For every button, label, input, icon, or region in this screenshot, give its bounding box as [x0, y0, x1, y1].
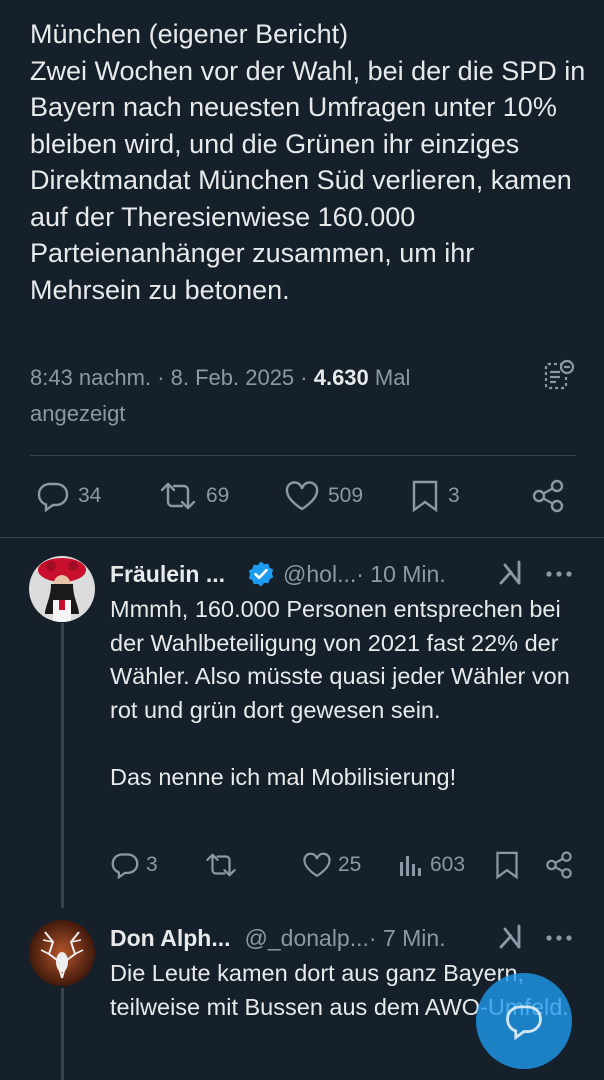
reply-text: Mmmh, 160.000 Personen entsprechen bei d… [110, 596, 570, 790]
tweet-meta: 8:43 nachm. · 8. Feb. 2025 · 4.630 Mal a… [30, 360, 510, 432]
share-icon [546, 851, 572, 879]
share-button[interactable] [544, 847, 574, 883]
reply-icon [37, 482, 69, 512]
thread-line [61, 988, 64, 1080]
bookmark-button[interactable]: 3 [410, 476, 460, 516]
reply-author-handle[interactable]: @hol... [283, 561, 356, 588]
thread-line [61, 623, 64, 908]
reply-actions: 3 25 603 [110, 847, 576, 883]
retweet-count: 69 [206, 484, 230, 507]
reply-icon [111, 853, 139, 879]
more-icon[interactable] [542, 560, 576, 588]
reply-author-name[interactable]: Don Alph... [110, 925, 231, 952]
views-button[interactable]: 603 [398, 847, 465, 883]
avatar[interactable] [29, 556, 95, 622]
grok-icon[interactable] [496, 922, 526, 952]
tweet-timestamp[interactable]: 8:43 nachm. · 8. Feb. 2025 · [30, 365, 314, 390]
divider [0, 537, 604, 538]
like-button[interactable]: 509 [284, 476, 363, 516]
heart-icon [303, 852, 331, 878]
bookmark-icon [412, 480, 438, 513]
reply-header: Don Alph... @_donalp... · 7 Min. [110, 920, 446, 956]
tweet-text: München (eigener Bericht) Zwei Wochen vo… [30, 19, 586, 305]
reply-compose-button[interactable] [476, 973, 572, 1069]
views-count: 603 [430, 853, 466, 876]
grok-icon[interactable] [496, 558, 526, 588]
reply-count: 3 [146, 853, 158, 876]
avatar[interactable] [29, 920, 95, 986]
tweet-view-count: 4.630 [313, 365, 369, 390]
divider [30, 455, 576, 456]
reply-time[interactable]: · 7 Min. [369, 925, 446, 952]
like-count: 25 [338, 853, 362, 876]
retweet-icon [160, 482, 196, 510]
reply-button[interactable]: 34 [36, 476, 101, 516]
reply-button[interactable]: 3 [110, 847, 158, 883]
share-button[interactable] [530, 476, 566, 516]
reply-header: Fräulein ... @hol... · 10 Min. [110, 556, 446, 592]
reply-compose-icon [506, 1005, 542, 1041]
post-analytics-icon[interactable] [542, 358, 576, 392]
reply-count: 34 [78, 484, 102, 507]
bookmark-icon [496, 851, 518, 880]
retweet-button[interactable] [204, 847, 244, 883]
retweet-icon [206, 853, 236, 877]
heart-icon [285, 481, 319, 511]
retweet-button[interactable]: 69 [158, 476, 229, 516]
tweet-actions: 34 69 509 3 [30, 476, 576, 516]
share-icon [532, 479, 564, 513]
reply-author-handle[interactable]: @_donalp... [245, 925, 369, 952]
reply-author-name[interactable]: Fräulein ... [110, 561, 225, 588]
like-button[interactable]: 25 [302, 847, 361, 883]
bookmark-button[interactable] [494, 847, 520, 883]
verified-badge-icon [247, 560, 275, 588]
like-count: 509 [328, 484, 364, 507]
bookmark-count: 3 [448, 484, 460, 507]
reply-time[interactable]: · 10 Min. [356, 561, 445, 588]
more-icon[interactable] [542, 924, 576, 952]
views-icon [400, 856, 421, 876]
